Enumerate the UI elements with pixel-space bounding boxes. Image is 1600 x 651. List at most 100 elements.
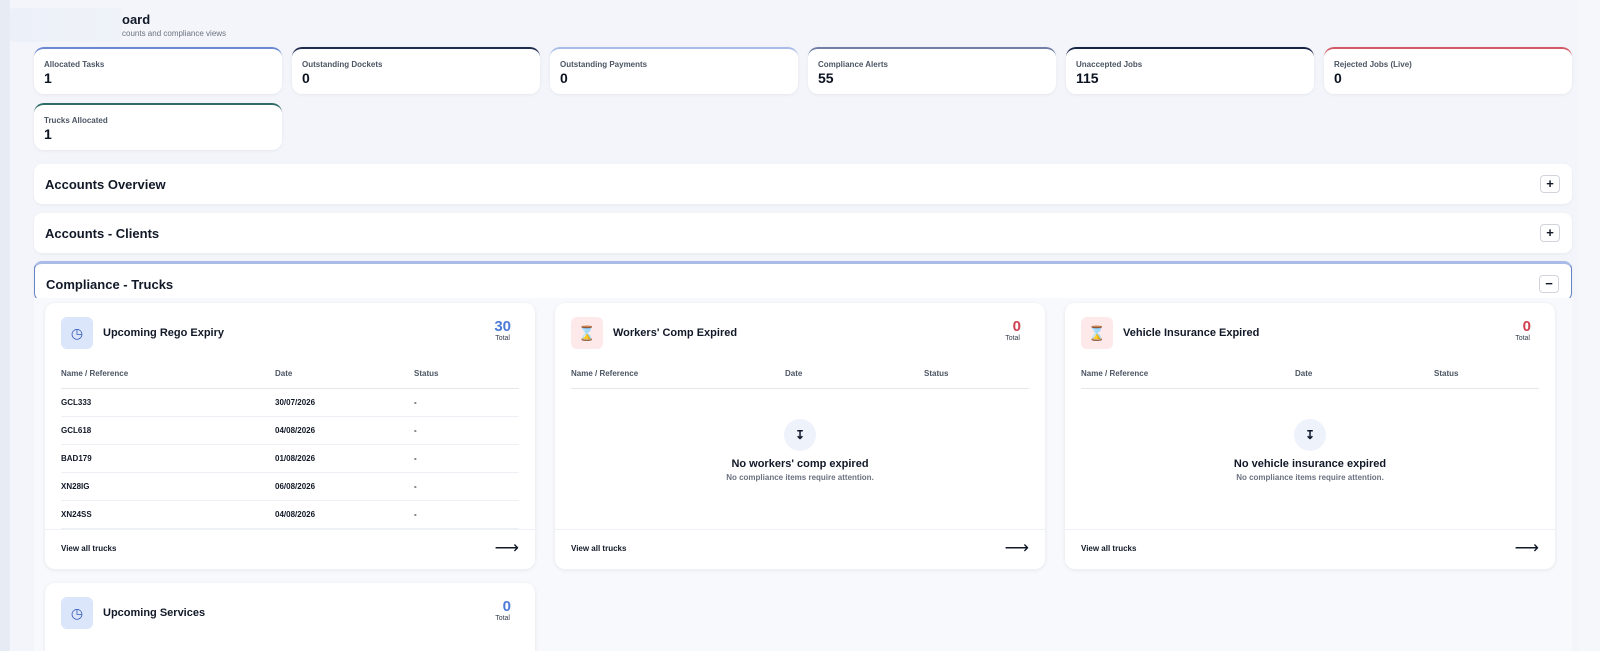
stat-card-rejected-jobs-live[interactable]: Rejected Jobs (Live) 0 bbox=[1324, 47, 1572, 94]
table-row[interactable]: BAD179 01/08/2026 - bbox=[61, 445, 519, 473]
card-title: Vehicle Insurance Expired bbox=[1123, 327, 1260, 339]
stat-value: 0 bbox=[560, 70, 568, 86]
stat-card-outstanding-payments[interactable]: Outstanding Payments 0 bbox=[550, 47, 798, 94]
page-header: oard counts and compliance views bbox=[10, 8, 610, 42]
expand-button[interactable]: + bbox=[1540, 224, 1560, 242]
clock-icon: ◷ bbox=[61, 597, 93, 629]
page-subtitle: counts and compliance views bbox=[122, 29, 227, 38]
table-header: Name / Reference Date Status bbox=[1081, 369, 1539, 389]
total-count: 30 bbox=[494, 318, 511, 335]
column-date: Date bbox=[275, 369, 293, 378]
empty-state-title: No vehicle insurance expired bbox=[1233, 458, 1387, 470]
table-row[interactable]: XN24SS 04/08/2026 - bbox=[61, 501, 519, 529]
arrow-right-icon[interactable]: ⟶ bbox=[1005, 538, 1029, 558]
table-row[interactable]: GCL618 04/08/2026 - bbox=[61, 417, 519, 445]
left-rail bbox=[0, 0, 10, 651]
section-title: Accounts Overview bbox=[45, 177, 166, 192]
truck-date: 04/08/2026 bbox=[275, 426, 316, 435]
truck-status: - bbox=[414, 426, 417, 435]
card-title: Upcoming Services bbox=[103, 607, 206, 619]
total-count: 0 bbox=[502, 598, 511, 615]
arrow-right-icon[interactable]: ⟶ bbox=[495, 538, 519, 558]
truck-name: GCL618 bbox=[61, 426, 92, 435]
view-all-trucks-link[interactable]: View all trucks bbox=[61, 544, 116, 553]
card-footer[interactable]: View all trucks ⟶ bbox=[555, 529, 1045, 565]
view-all-trucks-link[interactable]: View all trucks bbox=[1081, 544, 1136, 553]
column-date: Date bbox=[785, 369, 803, 378]
total-label: Total bbox=[495, 335, 510, 342]
truck-name: GCL333 bbox=[61, 398, 92, 407]
card-footer[interactable]: View all trucks ⟶ bbox=[45, 529, 535, 565]
stat-value: 1 bbox=[44, 126, 52, 142]
stat-card-trucks-allocated[interactable]: Trucks Allocated 1 bbox=[34, 103, 282, 150]
view-all-trucks-link[interactable]: View all trucks bbox=[571, 544, 626, 553]
stat-label: Outstanding Dockets bbox=[302, 60, 383, 69]
section-compliance-trucks[interactable]: Compliance - Trucks − bbox=[34, 261, 1572, 301]
workers-comp-expired-card: ⌛ Workers' Comp Expired 0 Total Name / R… bbox=[555, 303, 1045, 569]
table-header: Name / Reference Date Status bbox=[61, 369, 519, 389]
empty-state-title: No workers' comp expired bbox=[731, 458, 869, 470]
table-header: Name / Reference Date Status bbox=[571, 369, 1029, 389]
column-name-reference: Name / Reference bbox=[61, 369, 129, 378]
expand-button[interactable]: + bbox=[1540, 175, 1560, 193]
header-overlay bbox=[10, 8, 122, 42]
total-label: Total bbox=[1005, 335, 1020, 342]
stat-card-outstanding-dockets[interactable]: Outstanding Dockets 0 bbox=[292, 47, 540, 94]
total-count: 0 bbox=[1012, 318, 1021, 335]
column-status: Status bbox=[924, 369, 949, 378]
vehicle-insurance-expired-card: ⌛ Vehicle Insurance Expired 0 Total Name… bbox=[1065, 303, 1555, 569]
truck-date: 06/08/2026 bbox=[275, 482, 316, 491]
column-name-reference: Name / Reference bbox=[571, 369, 639, 378]
stat-value: 1 bbox=[44, 70, 52, 86]
collapse-button[interactable]: − bbox=[1539, 275, 1559, 293]
stat-value: 55 bbox=[818, 70, 834, 86]
stat-card-compliance-alerts[interactable]: Compliance Alerts 55 bbox=[808, 47, 1056, 94]
section-accounts-overview[interactable]: Accounts Overview + bbox=[34, 164, 1572, 204]
arrow-right-icon[interactable]: ⟶ bbox=[1515, 538, 1539, 558]
column-status: Status bbox=[414, 369, 439, 378]
upload-icon: ↧ bbox=[1294, 419, 1326, 451]
total-count: 0 bbox=[1522, 318, 1531, 335]
stat-label: Rejected Jobs (Live) bbox=[1334, 60, 1412, 69]
truck-date: 01/08/2026 bbox=[275, 454, 316, 463]
stat-label: Outstanding Payments bbox=[560, 60, 648, 69]
truck-status: - bbox=[414, 398, 417, 407]
stat-card-allocated-tasks[interactable]: Allocated Tasks 1 bbox=[34, 47, 282, 94]
section-title: Accounts - Clients bbox=[45, 226, 160, 241]
upcoming-services-card: ◷ Upcoming Services 0 Total bbox=[45, 583, 535, 651]
stat-value: 0 bbox=[302, 70, 310, 86]
stat-label: Allocated Tasks bbox=[44, 60, 105, 69]
card-footer[interactable]: View all trucks ⟶ bbox=[1065, 529, 1555, 565]
stat-value: 115 bbox=[1076, 70, 1099, 86]
total-label: Total bbox=[495, 615, 510, 622]
table-row[interactable]: XN28IG 06/08/2026 - bbox=[61, 473, 519, 501]
section-accounts-clients[interactable]: Accounts - Clients + bbox=[34, 213, 1572, 253]
column-status: Status bbox=[1434, 369, 1459, 378]
truck-name: BAD179 bbox=[61, 454, 92, 463]
column-name-reference: Name / Reference bbox=[1081, 369, 1149, 378]
stat-card-unaccepted-jobs[interactable]: Unaccepted Jobs 115 bbox=[1066, 47, 1314, 94]
upload-icon: ↧ bbox=[784, 419, 816, 451]
total-label: Total bbox=[1515, 335, 1530, 342]
table-row[interactable]: GCL333 30/07/2026 - bbox=[61, 389, 519, 417]
right-scroll-rail[interactable] bbox=[1578, 0, 1600, 651]
truck-name: XN24SS bbox=[61, 510, 92, 519]
section-title: Compliance - Trucks bbox=[46, 277, 174, 292]
truck-date: 30/07/2026 bbox=[275, 398, 316, 407]
stat-label: Unaccepted Jobs bbox=[1076, 60, 1143, 69]
stat-label: Compliance Alerts bbox=[818, 60, 888, 69]
stat-label: Trucks Allocated bbox=[44, 116, 108, 125]
empty-state-subtitle: No compliance items require attention. bbox=[726, 473, 874, 482]
upcoming-rego-expiry-card: ◷ Upcoming Rego Expiry 30 Total Name / R… bbox=[45, 303, 535, 569]
empty-state-subtitle: No compliance items require attention. bbox=[1236, 473, 1384, 482]
page-title: oard bbox=[122, 12, 151, 27]
card-title: Workers' Comp Expired bbox=[613, 327, 738, 339]
alert-icon: ⌛ bbox=[571, 317, 603, 349]
column-date: Date bbox=[1295, 369, 1313, 378]
truck-name: XN28IG bbox=[61, 482, 90, 491]
card-title: Upcoming Rego Expiry bbox=[103, 327, 225, 339]
clock-icon: ◷ bbox=[61, 317, 93, 349]
alert-icon: ⌛ bbox=[1081, 317, 1113, 349]
stat-value: 0 bbox=[1334, 70, 1342, 86]
truck-status: - bbox=[414, 454, 417, 463]
